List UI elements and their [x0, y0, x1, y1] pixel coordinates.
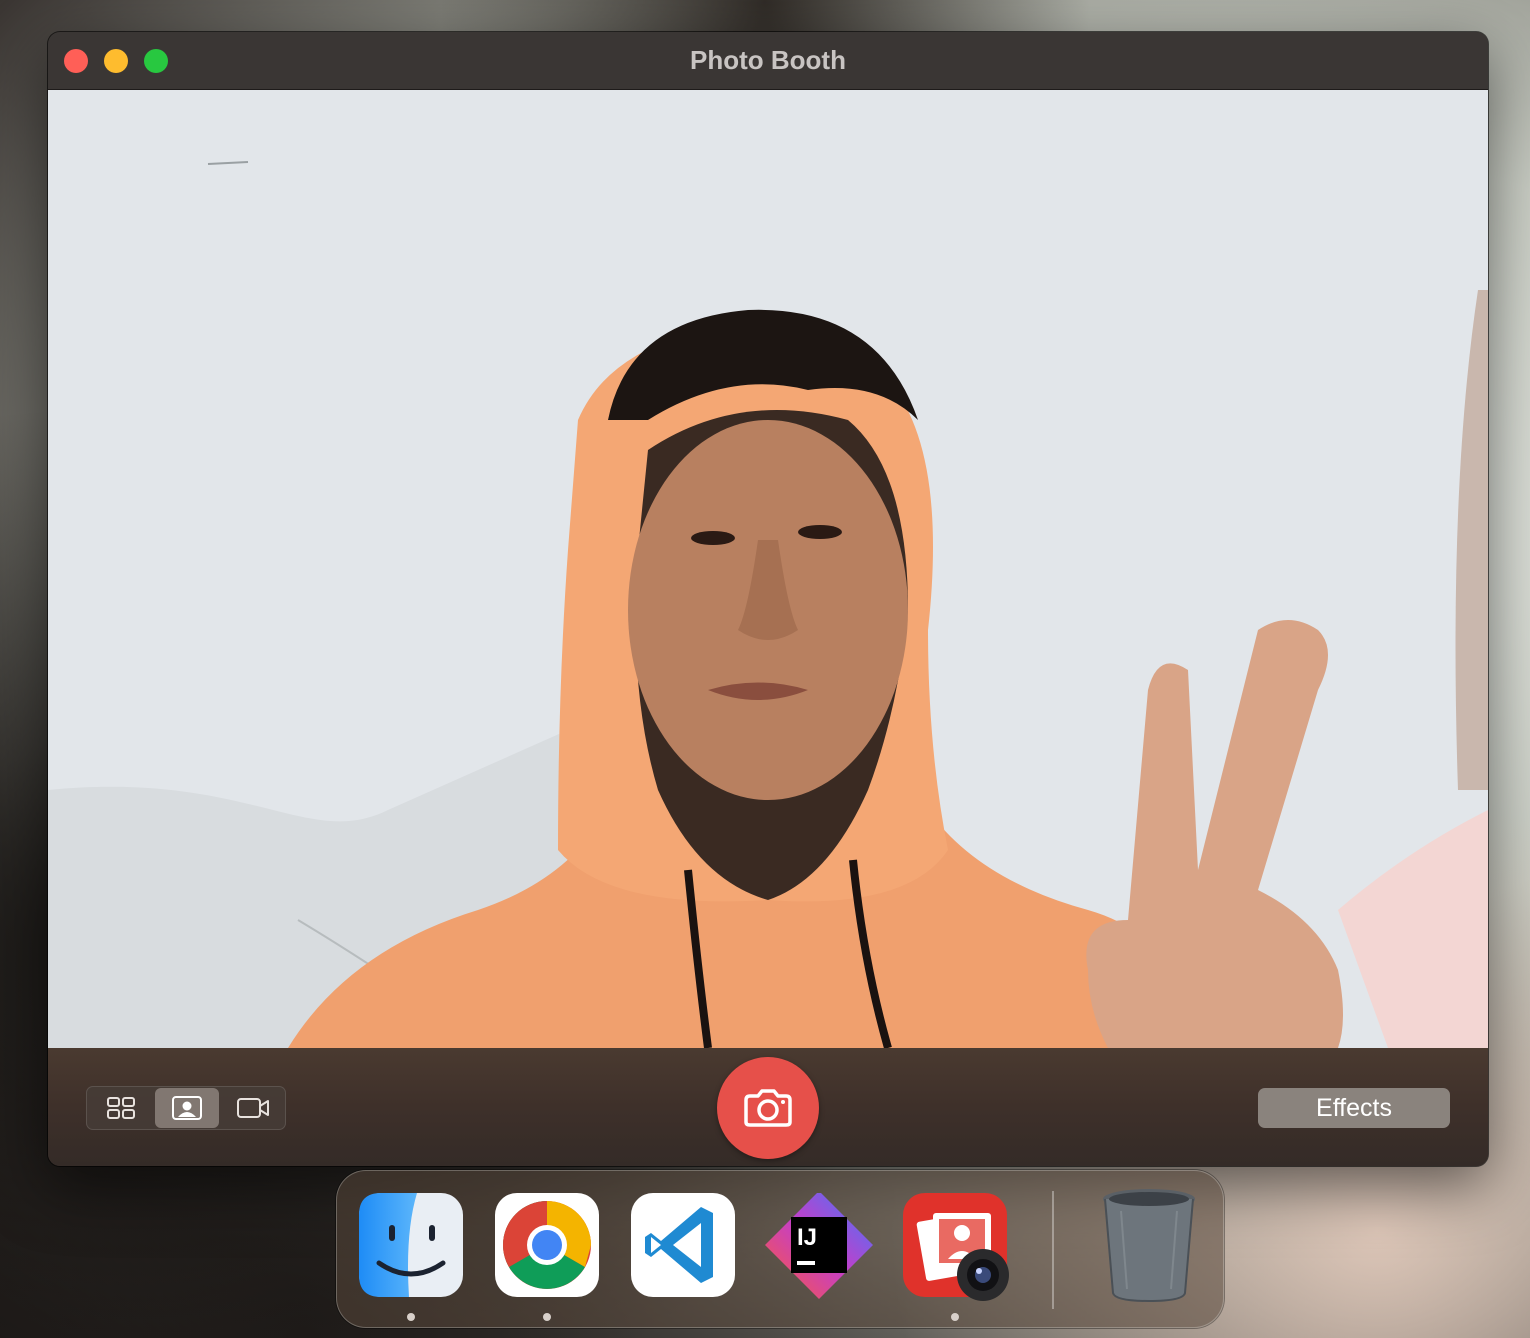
trash-icon[interactable]: [1101, 1185, 1205, 1303]
grid-4-up-icon[interactable]: [89, 1088, 153, 1128]
title-bar[interactable]: Photo Booth: [48, 32, 1488, 90]
photo-booth-icon[interactable]: [903, 1193, 1009, 1301]
camera-preview: [48, 90, 1488, 1048]
control-bar: Effects: [48, 1048, 1488, 1166]
photo-booth-running-indicator: [951, 1313, 959, 1321]
chrome-icon[interactable]: [495, 1193, 599, 1297]
close-button[interactable]: [64, 49, 88, 73]
window-title: Photo Booth: [690, 45, 846, 75]
take-photo-button[interactable]: [717, 1057, 819, 1159]
intellij-icon[interactable]: IJ: [763, 1191, 873, 1299]
finder-icon[interactable]: [359, 1193, 463, 1297]
single-photo-icon[interactable]: [155, 1088, 219, 1128]
minimize-button[interactable]: [104, 49, 128, 73]
dock: IJ: [336, 1170, 1224, 1328]
capture-mode-selector: [86, 1086, 286, 1130]
camera-icon: [744, 1089, 792, 1127]
chrome-running-indicator: [543, 1313, 551, 1321]
vscode-icon[interactable]: [631, 1193, 735, 1297]
camera-frame: [48, 90, 1488, 1048]
video-icon[interactable]: [221, 1088, 285, 1128]
effects-button[interactable]: Effects: [1258, 1088, 1450, 1128]
intellij-label: IJ: [797, 1224, 817, 1251]
photo-booth-window: Photo Booth Effects: [48, 32, 1488, 1166]
zoom-button[interactable]: [144, 49, 168, 73]
finder-running-indicator: [407, 1313, 415, 1321]
dock-divider: [1052, 1191, 1054, 1309]
